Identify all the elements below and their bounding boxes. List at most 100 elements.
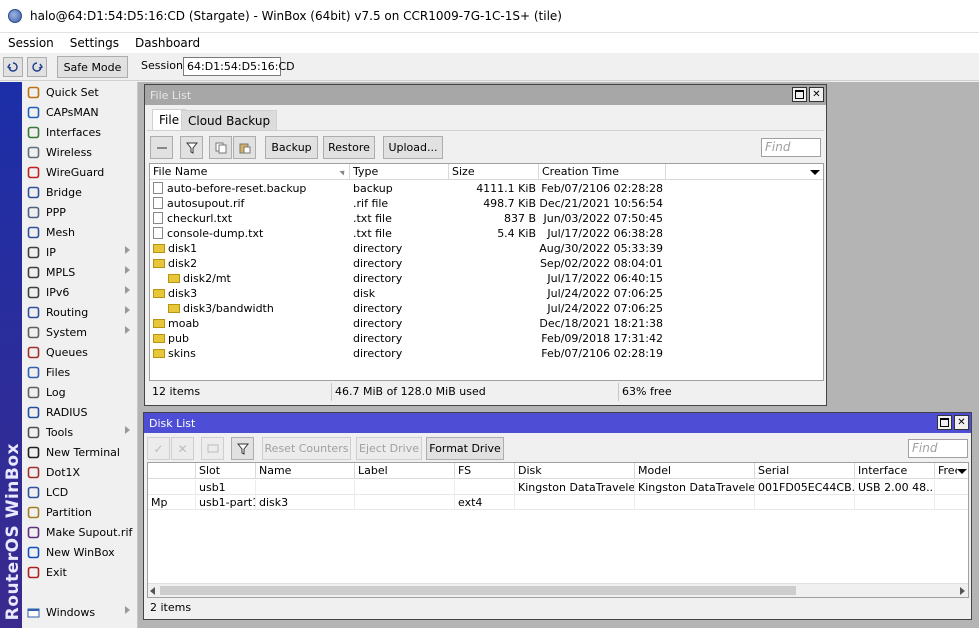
sidebar-item-exit[interactable]: Exit	[22, 562, 138, 582]
file-row[interactable]: disk2/mt directory Jul/17/2022 06:40:15	[150, 271, 823, 286]
file-row[interactable]: console-dump.txt .txt file 5.4 KiB Jul/17/2…	[150, 226, 823, 241]
filter-icon[interactable]	[180, 136, 203, 159]
enable-icon[interactable]: ✓	[147, 437, 170, 460]
file-row[interactable]: disk1 directory Aug/30/2022 05:33:39	[150, 241, 823, 256]
disable-icon[interactable]: ✕	[171, 437, 194, 460]
menu-settings[interactable]: Settings	[62, 36, 127, 50]
file-row[interactable]: disk3/bandwidth directory Jul/24/2022 07:0…	[150, 301, 823, 316]
close-icon[interactable]: ✕	[809, 87, 824, 102]
menu-session[interactable]: Session	[0, 36, 62, 50]
file-list-title-bar[interactable]: File List ✕	[145, 85, 826, 105]
col-model[interactable]: Model	[635, 463, 755, 479]
col-name[interactable]: Name	[256, 463, 355, 479]
maximize-icon[interactable]	[792, 87, 807, 102]
col-creation-time[interactable]: Creation Time	[539, 164, 666, 180]
sidebar-item-lcd[interactable]: LCD	[22, 482, 138, 502]
sidebar-item-log[interactable]: Log	[22, 382, 138, 402]
sidebar-item-radius[interactable]: RADIUS	[22, 402, 138, 422]
copy-icon[interactable]	[209, 136, 232, 159]
file-row[interactable]: autosupout.rif .rif file 498.7 KiB Dec/21/2…	[150, 196, 823, 211]
format-drive-button[interactable]: Format Drive	[426, 437, 504, 460]
disk-list-title-bar[interactable]: Disk List ✕	[144, 413, 971, 433]
columns-dropdown-icon[interactable]	[957, 469, 967, 474]
file-row[interactable]: auto-before-reset.backup backup 4111.1 KiB…	[150, 181, 823, 196]
submenu-arrow-icon	[125, 606, 130, 614]
sidebar-item-wireless[interactable]: Wireless	[22, 142, 138, 162]
session-field[interactable]: 64:D1:54:D5:16:CD	[183, 57, 295, 76]
eject-drive-button[interactable]: Eject Drive	[356, 437, 422, 460]
scroll-left-icon[interactable]	[150, 587, 155, 595]
file-row[interactable]: disk3 disk Jul/24/2022 07:06:25	[150, 286, 823, 301]
col-disk[interactable]: Disk	[515, 463, 635, 479]
sidebar-item-dot1x[interactable]: Dot1X	[22, 462, 138, 482]
disk-model-cell	[635, 495, 755, 510]
col-fs[interactable]: FS	[455, 463, 515, 479]
tab-cloud-backup[interactable]: Cloud Backup	[181, 110, 278, 131]
col-serial[interactable]: Serial	[755, 463, 855, 479]
close-icon[interactable]: ✕	[954, 415, 969, 430]
col-interface[interactable]: Interface	[855, 463, 935, 479]
file-row[interactable]: checkurl.txt .txt file 837 B Jun/03/2022 07…	[150, 211, 823, 226]
sidebar-item-quick-set[interactable]: Quick Set	[22, 82, 138, 102]
sidebar-item-partition[interactable]: Partition	[22, 502, 138, 522]
sidebar-item-interfaces[interactable]: Interfaces	[22, 122, 138, 142]
sidebar-item-ipv6[interactable]: IPv6	[22, 282, 138, 302]
file-row[interactable]: pub directory Feb/09/2018 17:31:42	[150, 331, 823, 346]
disk-row[interactable]: Mp usb1-part1 disk3 ext4	[148, 495, 968, 510]
sidebar-item-new-terminal[interactable]: New Terminal	[22, 442, 138, 462]
scroll-right-icon[interactable]	[960, 587, 965, 595]
col-file-name[interactable]: File Name	[150, 164, 350, 180]
file-find-input[interactable]: Find	[761, 138, 821, 157]
menu-dashboard[interactable]: Dashboard	[127, 36, 208, 50]
sidebar-item-mpls[interactable]: MPLS	[22, 262, 138, 282]
sidebar-item-make-supout-rif[interactable]: Make Supout.rif	[22, 522, 138, 542]
col-slot[interactable]: Slot	[196, 463, 256, 479]
sidebar-item-wireguard[interactable]: WireGuard	[22, 162, 138, 182]
upload-button[interactable]: Upload...	[383, 136, 443, 159]
sidebar-item-capsman[interactable]: CAPsMAN	[22, 102, 138, 122]
col-size[interactable]: Size	[449, 164, 539, 180]
sidebar-item-tools[interactable]: Tools	[22, 422, 138, 442]
sidebar-item-label: Routing	[46, 305, 89, 319]
col-free[interactable]: Free	[935, 463, 957, 479]
safe-mode-button[interactable]: Safe Mode	[57, 56, 128, 78]
file-status-bar: 12 items 46.7 MiB of 128.0 MiB used 63% …	[149, 383, 824, 401]
file-time-cell: Jul/24/2022 07:06:25	[547, 302, 663, 315]
sidebar-item-label: Log	[46, 385, 66, 399]
col-type[interactable]: Type	[350, 164, 449, 180]
paste-icon[interactable]	[233, 136, 256, 159]
sidebar-item-bridge[interactable]: Bridge	[22, 182, 138, 202]
reset-counters-button[interactable]: Reset Counters	[262, 437, 351, 460]
sidebar-item-system[interactable]: System	[22, 322, 138, 342]
file-row[interactable]: disk2 directory Sep/02/2022 08:04:01	[150, 256, 823, 271]
undo-icon[interactable]	[3, 57, 23, 77]
sidebar-item-queues[interactable]: Queues	[22, 342, 138, 362]
sidebar-item-routing[interactable]: Routing	[22, 302, 138, 322]
file-row[interactable]: moab directory Dec/18/2021 18:21:38	[150, 316, 823, 331]
col-flags[interactable]	[148, 463, 196, 479]
file-size-cell	[449, 346, 539, 361]
disk-find-input[interactable]: Find	[908, 439, 968, 458]
sidebar-item-mesh[interactable]: Mesh	[22, 222, 138, 242]
horizontal-scrollbar[interactable]	[148, 583, 968, 597]
columns-dropdown-icon[interactable]	[810, 170, 820, 175]
redo-icon[interactable]	[27, 57, 47, 77]
sidebar-item-windows[interactable]: Windows	[22, 602, 138, 622]
comment-icon[interactable]	[201, 437, 224, 460]
disk-disk-cell	[515, 495, 635, 510]
maximize-icon[interactable]	[937, 415, 952, 430]
file-row[interactable]: skins directory Feb/07/2106 02:28:19	[150, 346, 823, 361]
remove-icon[interactable]	[150, 136, 173, 159]
sidebar-item-ppp[interactable]: PPP	[22, 202, 138, 222]
filter-icon[interactable]	[231, 437, 254, 460]
sidebar-item-ip[interactable]: IP	[22, 242, 138, 262]
sidebar-item-new-winbox[interactable]: New WinBox	[22, 542, 138, 562]
folder-icon	[153, 244, 165, 253]
backup-button[interactable]: Backup	[265, 136, 318, 159]
col-label[interactable]: Label	[355, 463, 455, 479]
restore-button[interactable]: Restore	[323, 136, 375, 159]
sidebar-item-files[interactable]: Files	[22, 362, 138, 382]
scroll-thumb[interactable]	[160, 586, 796, 595]
disk-row[interactable]: usb1 Kingston DataTraveler...Kingston Dat…	[148, 480, 968, 495]
sidebar-item-label: Interfaces	[46, 125, 101, 139]
